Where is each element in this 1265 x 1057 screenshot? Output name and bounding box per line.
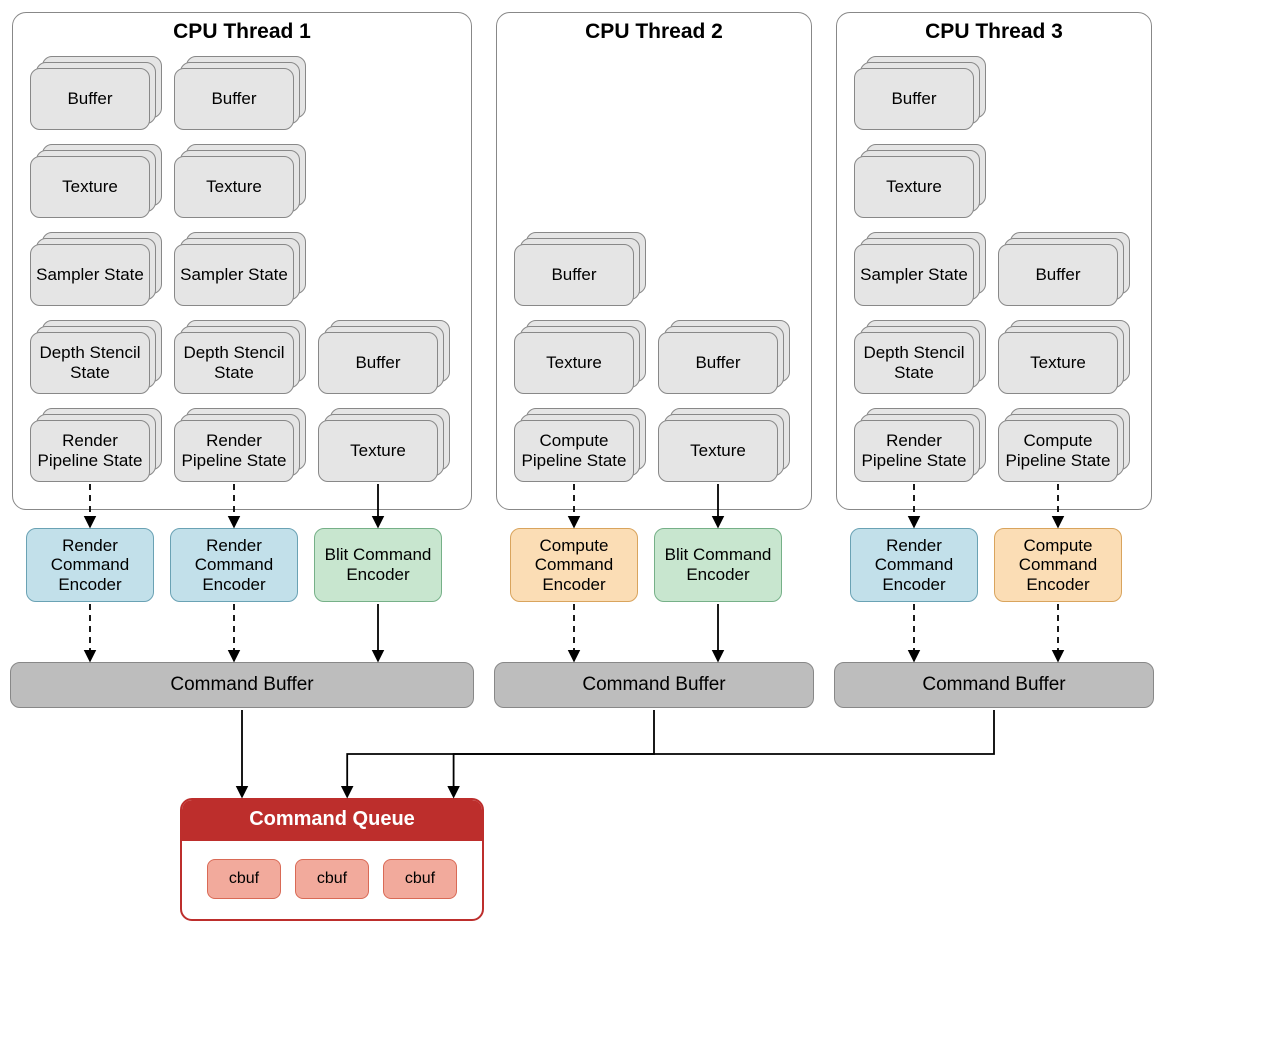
resource-stack-texture: Texture [998, 320, 1130, 398]
resource-stack-buffer: Buffer [174, 56, 306, 134]
resource-stack-buffer: Buffer [318, 320, 450, 398]
stack-label: Buffer [658, 332, 778, 394]
stack-label: Render Pipeline State [854, 420, 974, 482]
resource-stack-rps: Render Pipeline State [174, 408, 306, 486]
thread-title: CPU Thread 3 [836, 20, 1152, 44]
stack-label: Buffer [854, 68, 974, 130]
stack-label: Render Pipeline State [30, 420, 150, 482]
resource-stack-cps: Compute Pipeline State [514, 408, 646, 486]
resource-stack-texture: Texture [658, 408, 790, 486]
resource-stack-texture: Texture [30, 144, 162, 222]
stack-label: Texture [998, 332, 1118, 394]
resource-stack-sampler: Sampler State [174, 232, 306, 310]
bce-encoder: Blit Command Encoder [654, 528, 782, 602]
stack-label: Buffer [30, 68, 150, 130]
command-buffer: Command Buffer [834, 662, 1154, 708]
thread-title: CPU Thread 1 [12, 20, 472, 44]
stack-label: Buffer [514, 244, 634, 306]
rce-encoder: Render Command Encoder [26, 528, 154, 602]
cbuf-chip: cbuf [207, 859, 281, 899]
stack-label: Sampler State [854, 244, 974, 306]
resource-stack-texture: Texture [174, 144, 306, 222]
bce-encoder: Blit Command Encoder [314, 528, 442, 602]
resource-stack-texture: Texture [318, 408, 450, 486]
command-buffer: Command Buffer [494, 662, 814, 708]
resource-stack-texture: Texture [854, 144, 986, 222]
command-queue: Command Queue cbuf cbuf cbuf [180, 798, 484, 921]
command-buffer: Command Buffer [10, 662, 474, 708]
stack-label: Buffer [998, 244, 1118, 306]
stack-label: Render Pipeline State [174, 420, 294, 482]
stack-label: Texture [658, 420, 778, 482]
cce-encoder: Compute Command Encoder [994, 528, 1122, 602]
cce-encoder: Compute Command Encoder [510, 528, 638, 602]
stack-label: Sampler State [174, 244, 294, 306]
resource-stack-buffer: Buffer [514, 232, 646, 310]
rce-encoder: Render Command Encoder [170, 528, 298, 602]
stack-label: Texture [318, 420, 438, 482]
stack-label: Texture [854, 156, 974, 218]
resource-stack-sampler: Sampler State [854, 232, 986, 310]
rce-encoder: Render Command Encoder [850, 528, 978, 602]
resource-stack-cps: Compute Pipeline State [998, 408, 1130, 486]
resource-stack-rps: Render Pipeline State [854, 408, 986, 486]
queue-title: Command Queue [182, 800, 482, 841]
cbuf-chip: cbuf [383, 859, 457, 899]
resource-stack-buffer: Buffer [854, 56, 986, 134]
stack-label: Buffer [318, 332, 438, 394]
resource-stack-depth: Depth Stencil State [30, 320, 162, 398]
stack-label: Texture [30, 156, 150, 218]
stack-label: Sampler State [30, 244, 150, 306]
stack-label: Texture [174, 156, 294, 218]
resource-stack-texture: Texture [514, 320, 646, 398]
stack-label: Depth Stencil State [174, 332, 294, 394]
stack-label: Depth Stencil State [854, 332, 974, 394]
thread-title: CPU Thread 2 [496, 20, 812, 44]
resource-stack-buffer: Buffer [30, 56, 162, 134]
cbuf-chip: cbuf [295, 859, 369, 899]
stack-label: Texture [514, 332, 634, 394]
resource-stack-rps: Render Pipeline State [30, 408, 162, 486]
resource-stack-depth: Depth Stencil State [174, 320, 306, 398]
stack-label: Compute Pipeline State [998, 420, 1118, 482]
resource-stack-buffer: Buffer [998, 232, 1130, 310]
stack-label: Depth Stencil State [30, 332, 150, 394]
resource-stack-sampler: Sampler State [30, 232, 162, 310]
resource-stack-buffer: Buffer [658, 320, 790, 398]
stack-label: Buffer [174, 68, 294, 130]
resource-stack-depth: Depth Stencil State [854, 320, 986, 398]
stack-label: Compute Pipeline State [514, 420, 634, 482]
